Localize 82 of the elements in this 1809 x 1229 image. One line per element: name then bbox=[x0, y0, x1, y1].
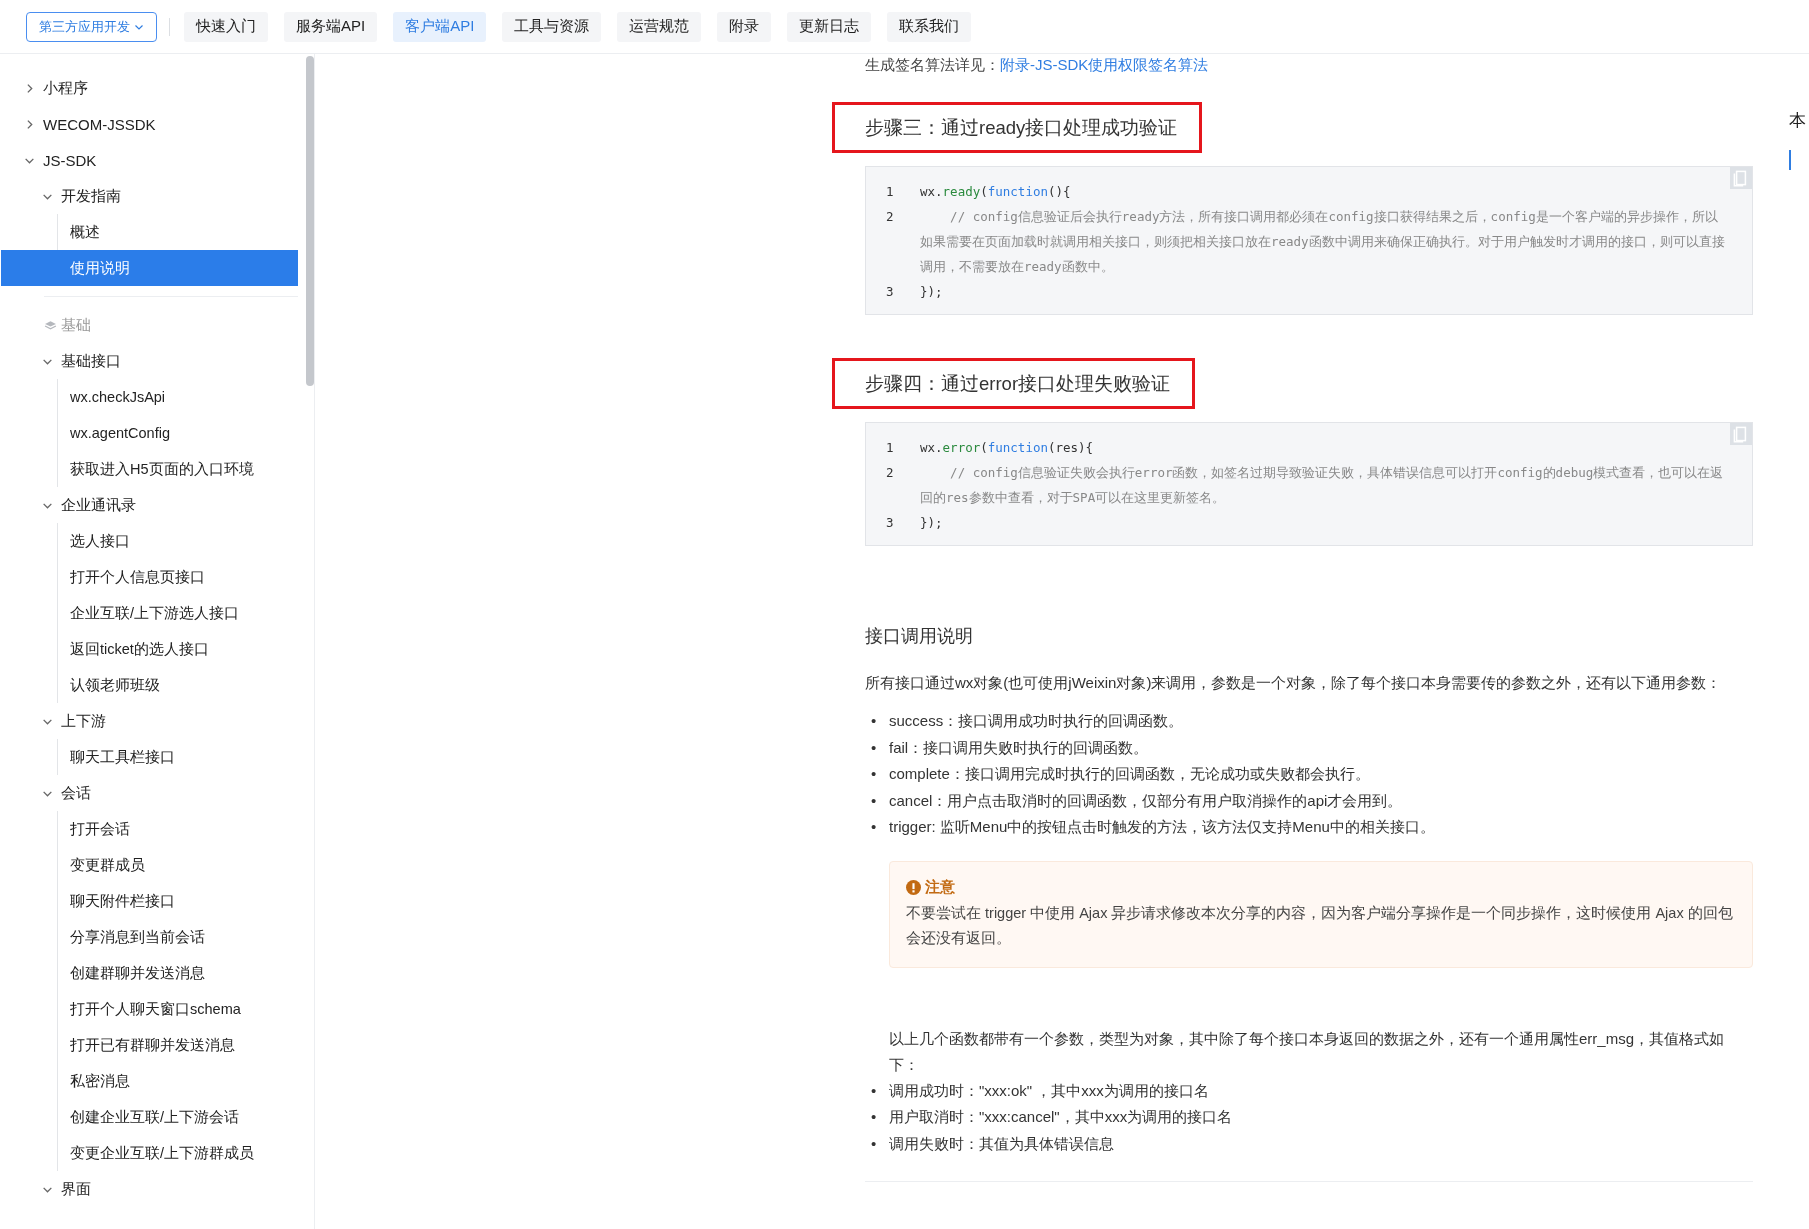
paragraph: 以上几个函数都带有一个参数，类型为对象，其中除了每个接口本身返回的数据之外，还有一个通用属性err_msg，其值格式如下： bbox=[889, 1028, 1725, 1075]
bullet-mark: • bbox=[871, 737, 878, 758]
tree-item[interactable]: 打开会话 bbox=[58, 811, 298, 847]
list-item: cancel：用户点击取消时的回调函数，仅部分有用户取消操作的api才会用到。 bbox=[889, 790, 1403, 811]
exclamation-icon bbox=[906, 879, 921, 895]
tree-item[interactable]: 企业互联/上下游选人接口 bbox=[58, 595, 298, 631]
tree-item[interactable]: 打开个人聊天窗口schema bbox=[58, 991, 298, 1027]
bullet-mark: • bbox=[871, 1107, 878, 1127]
tree-item[interactable]: 上下游 bbox=[61, 711, 106, 731]
tree-item[interactable]: wx.agentConfig bbox=[58, 415, 298, 451]
bullet-mark: • bbox=[871, 790, 878, 811]
code-line: }); bbox=[920, 283, 944, 301]
bullet-mark: • bbox=[871, 817, 878, 837]
tree-item[interactable]: 认领老师班级 bbox=[58, 667, 298, 703]
nav-tab[interactable]: 更新日志 bbox=[787, 11, 872, 42]
step-heading: 步骤四：通过error接口处理失败验证 bbox=[835, 361, 1193, 406]
step-heading: 步骤三：通过ready接口处理成功验证 bbox=[835, 105, 1200, 150]
tree-item[interactable]: 会话 bbox=[61, 783, 91, 803]
tree-item[interactable]: 小程序 bbox=[43, 78, 88, 98]
line-number: 1 bbox=[885, 183, 895, 201]
tree-item[interactable]: wx.checkJsApi bbox=[58, 379, 298, 415]
tree-item[interactable]: 返回ticket的选人接口 bbox=[58, 631, 298, 667]
line-number: 3 bbox=[885, 283, 895, 301]
nav-tab[interactable]: 客户端API bbox=[393, 11, 487, 42]
tree-item[interactable]: 聊天附件栏接口 bbox=[58, 883, 298, 919]
bullet-mark: • bbox=[871, 1080, 878, 1101]
bullet-mark: • bbox=[871, 1133, 878, 1154]
nav-tab[interactable]: 快速入门 bbox=[184, 11, 268, 42]
tree-item[interactable]: 变更企业互联/上下游群成员 bbox=[58, 1135, 298, 1171]
list-item: trigger: 监听Menu中的按钮点击时触发的方法，该方法仅支持Menu中的相关接口。 bbox=[889, 817, 1435, 837]
tree-item[interactable]: 变更群成员 bbox=[58, 847, 298, 883]
tree-item[interactable]: 企业通讯录 bbox=[61, 495, 136, 515]
list-item: success：接口调用成功时执行的回调函数。 bbox=[889, 711, 1184, 731]
tree-item[interactable]: 基础接口 bbox=[61, 351, 121, 371]
tree-item[interactable]: 开发指南 bbox=[61, 186, 121, 206]
layers-icon bbox=[44, 319, 57, 331]
tree-item[interactable]: 概述 bbox=[58, 214, 298, 250]
notice-title: 注意 bbox=[925, 877, 955, 897]
list-item: complete：接口调用完成时执行的回调函数，无论成功或失败都会执行。 bbox=[889, 764, 1370, 784]
code-line: // config信息验证后会执行ready方法，所有接口调用都必须在config接口获得结果之后，config是一个客户端的异步操作，所以如果需要在页面加载时就调用相关接口，则须把相关接口放在ready函数中调用来确保正确执行。对于用户触发时才调用的接口，则可以直接调用，不需要放在ready函数中。 bbox=[920, 208, 1726, 276]
nav-tab[interactable]: 联系我们 bbox=[887, 11, 972, 42]
tree-item[interactable]: JS-SDK bbox=[43, 151, 97, 169]
code-line: wx.error(function(res){ bbox=[920, 439, 1095, 457]
paragraph: 所有接口通过wx对象(也可使用jWeixin对象)来调用，参数是一个对象，除了每个接口本身需要传的参数之外，还有以下通用参数： bbox=[865, 673, 1723, 693]
tree-item[interactable]: WECOM-JSSDK bbox=[43, 115, 156, 133]
tree-item[interactable]: 创建群聊并发送消息 bbox=[58, 955, 298, 991]
tree-item[interactable]: 打开个人信息页接口 bbox=[58, 559, 298, 595]
line-number: 2 bbox=[885, 208, 895, 226]
nav-tab[interactable]: 附录 bbox=[717, 11, 772, 42]
list-item: 调用失败时：其值为具体错误信息 bbox=[889, 1133, 1114, 1154]
code-line: }); bbox=[920, 514, 944, 532]
nav-tab[interactable]: 工具与资源 bbox=[502, 11, 602, 42]
tree-item[interactable]: 选人接口 bbox=[58, 523, 298, 559]
scrollbar-thumb[interactable] bbox=[306, 56, 314, 386]
code-line: wx.ready(function(){ bbox=[920, 183, 1072, 201]
tree-item[interactable]: 聊天工具栏接口 bbox=[58, 739, 298, 775]
tree-item[interactable]: 界面 bbox=[61, 1179, 91, 1199]
tree-item[interactable]: 创建企业互联/上下游会话 bbox=[58, 1099, 298, 1135]
code-line: // config信息验证失败会执行error函数，如签名过期导致验证失败，具体错误信息可以打开config的debug模式查看，也可以在返回的res参数中查看，对于SPA可以在这里更新签名。 bbox=[920, 464, 1725, 507]
section-heading: 接口调用说明 bbox=[865, 625, 974, 648]
toc-title: 本 bbox=[1789, 110, 1807, 132]
nav-tab[interactable]: 运营规范 bbox=[617, 11, 702, 42]
group-label: 基础 bbox=[61, 315, 91, 335]
list-item: fail：接口调用失败时执行的回调函数。 bbox=[889, 737, 1149, 758]
line-number: 2 bbox=[885, 464, 895, 482]
tree-item[interactable]: 私密消息 bbox=[58, 1063, 298, 1099]
toc-marker bbox=[1789, 150, 1791, 170]
bullet-mark: • bbox=[871, 711, 878, 731]
tree-item[interactable]: 分享消息到当前会话 bbox=[58, 919, 298, 955]
link[interactable]: 附录-JS-SDK使用权限签名算法 bbox=[1000, 56, 1209, 73]
tree-item[interactable]: 使用说明 bbox=[1, 250, 298, 286]
line-number: 3 bbox=[885, 514, 895, 532]
line-number: 1 bbox=[885, 439, 895, 457]
tree-item[interactable]: 获取进入H5页面的入口环境 bbox=[58, 451, 298, 487]
nav-tab[interactable]: 服务端API bbox=[284, 11, 378, 42]
body-text: 生成签名算法详见： bbox=[865, 56, 1000, 73]
bullet-mark: • bbox=[871, 764, 878, 784]
notice-text: 不要尝试在 trigger 中使用 Ajax 异步请求修改本次分享的内容，因为客户端分享操作是一个同步操作，这时候使用 Ajax 的回包会还没有返回。 bbox=[906, 903, 1734, 948]
list-item: 调用成功时："xxx:ok" ，其中xxx为调用的接口名 bbox=[889, 1080, 1209, 1101]
product-dropdown[interactable]: 第三方应用开发 bbox=[26, 11, 157, 42]
tree-item[interactable]: 打开已有群聊并发送消息 bbox=[58, 1027, 298, 1063]
list-item: 用户取消时："xxx:cancel"，其中xxx为调用的接口名 bbox=[889, 1107, 1233, 1127]
